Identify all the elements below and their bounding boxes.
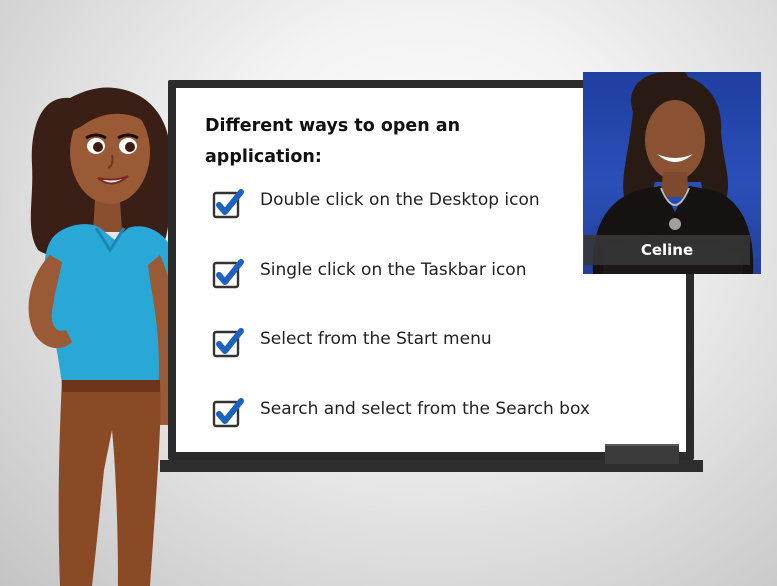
checklist-item-start-menu: Select from the Start menu	[212, 325, 652, 385]
checklist-item-label: Double click on the Desktop icon	[260, 190, 540, 210]
checkbox-checked-icon	[212, 398, 244, 428]
board-heading: Different ways to open an application:	[205, 116, 461, 167]
checkbox-checked-icon	[212, 328, 244, 358]
slide: Different ways to open an application: D…	[0, 0, 777, 586]
checkbox-checked-icon	[212, 259, 244, 289]
checkbox-checked-icon	[212, 189, 244, 219]
checklist-item-search-box: Search and select from the Search box	[212, 395, 652, 455]
checklist-item-label: Search and select from the Search box	[260, 399, 590, 419]
checklist-item-label: Select from the Start menu	[260, 329, 492, 349]
checklist-item-label: Single click on the Taskbar icon	[260, 260, 527, 280]
presenter-name-label: Celine	[584, 235, 750, 265]
